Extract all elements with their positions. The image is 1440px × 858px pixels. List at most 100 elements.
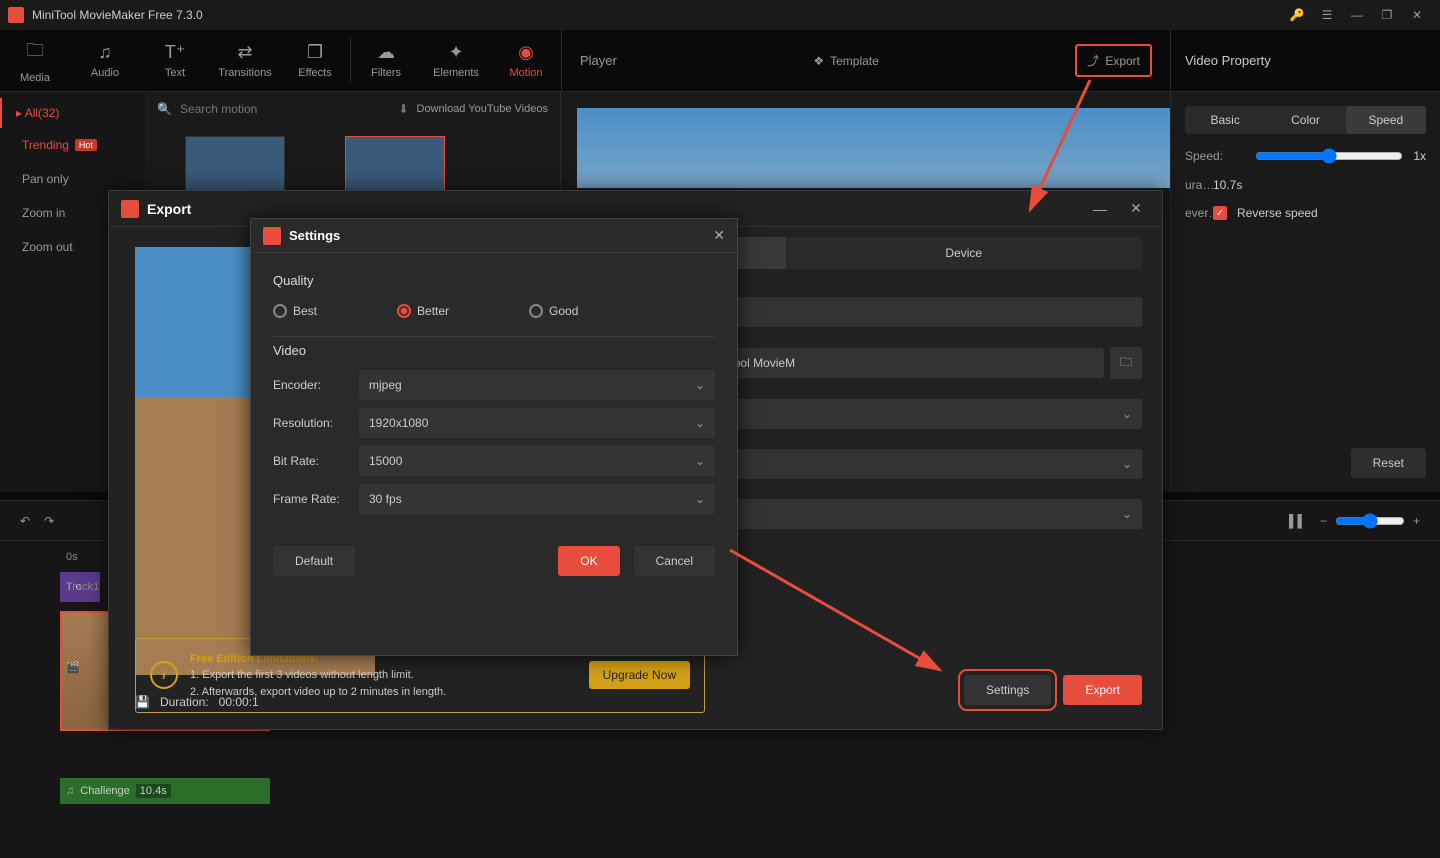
property-header: Video Property	[1170, 30, 1440, 91]
settings-close-icon[interactable]: ✕	[713, 227, 725, 244]
effects-icon: ❐	[307, 42, 323, 63]
redo-icon[interactable]: ↷	[44, 514, 54, 528]
titlebar: MiniTool MovieMaker Free 7.3.0 🔑 ☰ — ❐ ✕	[0, 0, 1440, 30]
zoom-in-icon[interactable]: +	[1413, 514, 1420, 528]
download-youtube-link[interactable]: Download YouTube Videos	[417, 103, 549, 115]
audio-tab[interactable]: ♫Audio	[70, 30, 140, 91]
speed-slider[interactable]	[1255, 148, 1403, 164]
chevron-down-icon: ⌄	[695, 454, 705, 468]
reverse-short-label: ever…	[1185, 206, 1203, 220]
info-icon: i	[150, 661, 178, 689]
export-export-button[interactable]: Export	[1063, 675, 1142, 705]
quality-good-radio[interactable]: Good	[529, 304, 578, 318]
s-framerate-select[interactable]: 30 fps⌄	[359, 484, 715, 514]
bitrate-select[interactable]: 15000⌄	[359, 446, 715, 476]
undo-icon[interactable]: ↶	[20, 514, 30, 528]
cancel-button[interactable]: Cancel	[634, 546, 715, 576]
target-device-tab[interactable]: Device	[786, 237, 1143, 269]
settings-dialog: Settings ✕ Quality Best Better Good Vide…	[250, 218, 738, 656]
reset-button[interactable]: Reset	[1351, 448, 1426, 478]
audio-track-icon: ♫	[66, 785, 74, 797]
app-title: MiniTool MovieMaker Free 7.3.0	[32, 8, 1282, 22]
duration-value: 10.7s	[1213, 178, 1242, 192]
export-dialog-logo	[121, 200, 139, 218]
elements-tab[interactable]: ✦Elements	[421, 30, 491, 91]
player-label: Player	[580, 53, 617, 68]
key-icon[interactable]: 🔑	[1282, 0, 1312, 30]
chevron-down-icon: ⌄	[695, 378, 705, 392]
audio-clip[interactable]: ♫ Challenge 10.4s	[60, 778, 270, 804]
search-icon: 🔍	[157, 102, 172, 116]
elements-icon: ✦	[448, 42, 463, 63]
folder-icon: 🗀	[26, 38, 44, 68]
reverse-label: Reverse speed	[1237, 206, 1318, 220]
video-section: Video	[273, 343, 715, 358]
browse-folder-button[interactable]: 🗀	[1110, 347, 1142, 379]
minimize-icon[interactable]: —	[1342, 0, 1372, 30]
zoom-slider[interactable]	[1335, 513, 1405, 529]
export-icon: ⤴	[1087, 52, 1099, 69]
download-icon: ⬇	[398, 102, 408, 116]
s-framerate-label: Frame Rate:	[273, 492, 359, 506]
hamburger-icon[interactable]: ☰	[1312, 0, 1342, 30]
transition-icon: ⇄	[237, 42, 252, 63]
export-button-top[interactable]: ⤴Export	[1075, 44, 1152, 77]
media-tab[interactable]: 🗀Media	[0, 30, 70, 91]
transitions-tab[interactable]: ⇄Transitions	[210, 30, 280, 91]
text-icon: T⁺	[165, 42, 186, 63]
music-icon: ♫	[98, 42, 112, 63]
quality-best-radio[interactable]: Best	[273, 304, 317, 318]
quality-better-radio[interactable]: Better	[397, 304, 449, 318]
settings-dialog-logo	[263, 227, 281, 245]
video-track-icon: 🎬	[66, 661, 80, 674]
layers-icon: ❖	[813, 54, 824, 68]
close-icon[interactable]: ✕	[1402, 0, 1432, 30]
export-minimize-icon[interactable]: —	[1086, 201, 1114, 217]
tab-speed[interactable]: Speed	[1346, 106, 1426, 134]
track1-label: Track1	[66, 581, 99, 593]
s-resolution-select[interactable]: 1920x1080⌄	[359, 408, 715, 438]
encoder-label: Encoder:	[273, 378, 359, 392]
settings-dialog-title: Settings	[289, 228, 705, 243]
filters-icon: ☁	[377, 42, 395, 63]
maximize-icon[interactable]: ❐	[1372, 0, 1402, 30]
tab-basic[interactable]: Basic	[1185, 106, 1265, 134]
motion-tab[interactable]: ◉Motion	[491, 30, 561, 91]
encoder-select[interactable]: mjpeg⌄	[359, 370, 715, 400]
filters-tab[interactable]: ☁Filters	[351, 30, 421, 91]
template-button[interactable]: ❖Template	[803, 48, 888, 74]
limits-line2: 2. Afterwards, export video up to 2 minu…	[190, 684, 577, 701]
properties-panel: Basic Color Speed Speed: 1x ura… 10.7s e…	[1170, 92, 1440, 492]
player-header: Player ❖Template ⤴Export	[561, 30, 1170, 91]
chevron-down-icon: ⌄	[695, 416, 705, 430]
export-close-icon[interactable]: ✕	[1122, 200, 1150, 217]
quality-section: Quality	[273, 273, 715, 288]
sidebar-trending[interactable]: TrendingHot	[0, 128, 145, 162]
zoom-out-icon[interactable]: −	[1320, 514, 1327, 528]
s-resolution-label: Resolution:	[273, 416, 359, 430]
speed-value: 1x	[1413, 149, 1426, 163]
upgrade-button[interactable]: Upgrade Now	[589, 661, 690, 689]
search-input[interactable]	[180, 102, 390, 116]
chevron-down-icon: ⌄	[1122, 457, 1132, 471]
chevron-down-icon: ⌄	[1122, 407, 1132, 421]
tab-color[interactable]: Color	[1265, 106, 1345, 134]
export-dialog-title: Export	[147, 201, 1078, 217]
playback-icon[interactable]: ▌▌	[1289, 514, 1306, 528]
bitrate-label: Bit Rate:	[273, 454, 359, 468]
default-button[interactable]: Default	[273, 546, 355, 576]
limits-line1: 1. Export the first 3 videos without len…	[190, 667, 577, 684]
speed-label: Speed:	[1185, 149, 1245, 163]
duration-short-label: ura…	[1185, 178, 1203, 192]
text-tab[interactable]: T⁺Text	[140, 30, 210, 91]
reverse-checkbox[interactable]: ✓	[1213, 206, 1227, 220]
app-logo	[8, 7, 24, 23]
export-settings-button[interactable]: Settings	[964, 675, 1051, 705]
motion-icon: ◉	[518, 42, 534, 63]
chevron-down-icon: ⌄	[1122, 507, 1132, 521]
effects-tab[interactable]: ❐Effects	[280, 30, 350, 91]
ok-button[interactable]: OK	[558, 546, 619, 576]
chevron-down-icon: ⌄	[695, 492, 705, 506]
main-toolbar: 🗀Media ♫Audio T⁺Text ⇄Transitions ❐Effec…	[0, 30, 1440, 92]
sidebar-all[interactable]: ▸ All(32)	[0, 98, 145, 128]
